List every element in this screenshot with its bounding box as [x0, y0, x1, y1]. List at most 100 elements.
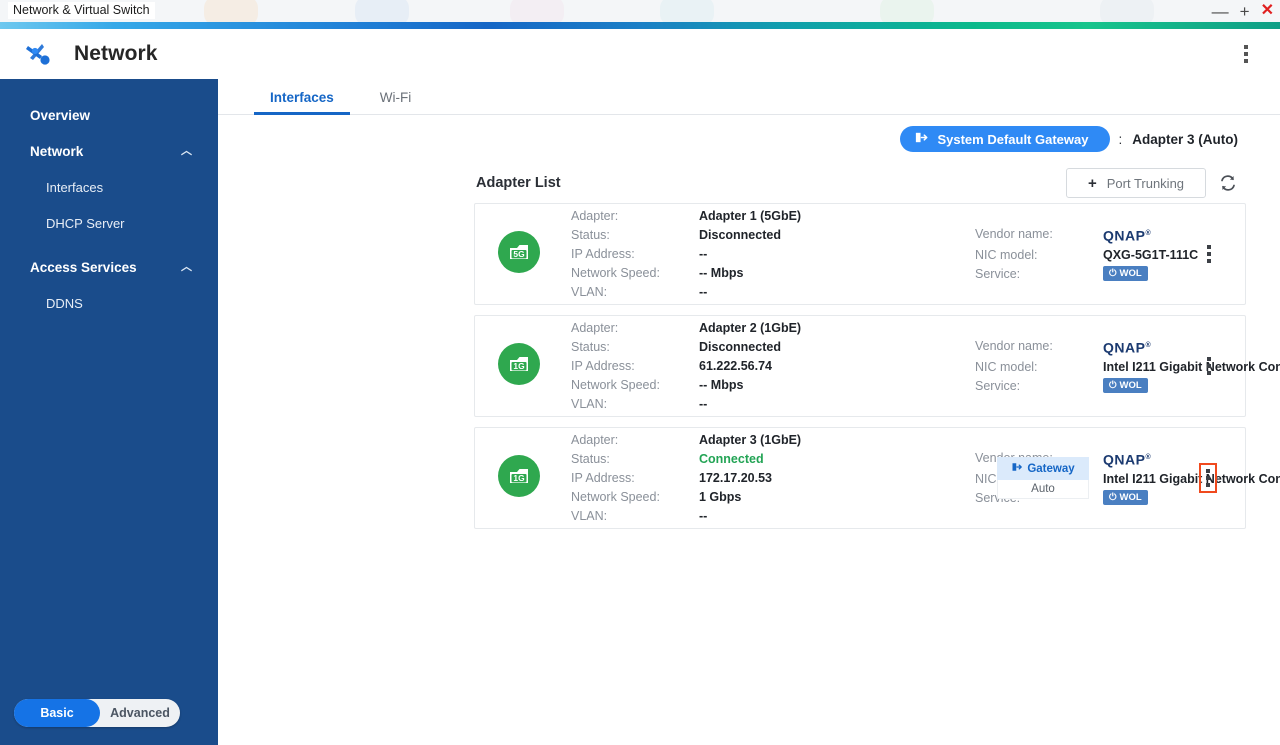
- tab-interfaces[interactable]: Interfaces: [254, 90, 350, 114]
- minimize-icon[interactable]: —: [1212, 3, 1229, 20]
- row-kebab-menu-icon[interactable]: [1199, 463, 1217, 493]
- sidebar-item-interfaces[interactable]: Interfaces: [0, 169, 218, 205]
- value-ip-address: 172.17.20.53: [699, 469, 975, 487]
- label-network-speed: Network Speed:: [571, 488, 699, 506]
- tab-wifi-label: Wi-Fi: [380, 90, 411, 105]
- power-icon: ⏻: [1109, 268, 1117, 279]
- mode-toggle-advanced[interactable]: Advanced: [100, 706, 180, 720]
- value-vlan: --: [699, 507, 975, 525]
- table-row[interactable]: 1G Adapter: Adapter 2 (1GbE) Status: Dis…: [474, 315, 1246, 417]
- sidebar-item-ddns[interactable]: DDNS: [0, 285, 218, 321]
- adapter-vendor-info: Vendor name: QNAP® NIC model: Intel I211…: [975, 337, 1280, 395]
- tab-interfaces-label: Interfaces: [270, 90, 334, 105]
- window-controls: — + ✕: [1212, 0, 1274, 22]
- qnap-logo: QNAP®: [1103, 225, 1280, 245]
- label-adapter: Adapter:: [571, 207, 699, 225]
- app-header: Network: [0, 29, 1280, 79]
- power-icon: ⏻: [1109, 380, 1117, 391]
- mode-toggle-basic[interactable]: Basic: [14, 699, 100, 727]
- gateway-icon: [914, 130, 929, 148]
- status-badge: Connected: [699, 450, 975, 468]
- gateway-tag-bottom: Auto: [997, 480, 1089, 499]
- gateway-tag-label: Gateway: [1027, 463, 1074, 475]
- header-kebab-menu-icon[interactable]: [1240, 41, 1252, 67]
- port-trunking-label: Port Trunking: [1107, 176, 1184, 191]
- chevron-up-icon: ︿: [181, 146, 192, 157]
- label-adapter: Adapter:: [571, 431, 699, 449]
- wol-badge-label: WOL: [1120, 380, 1142, 391]
- value-adapter: Adapter 3 (1GbE): [699, 431, 975, 449]
- plus-icon: +: [1088, 175, 1097, 192]
- system-default-gateway-row: System Default Gateway : Adapter 3 (Auto…: [218, 115, 1280, 163]
- label-nic-model: NIC model:: [975, 358, 1103, 376]
- adapter-primary-info: Adapter: Adapter 1 (5GbE) Status: Discon…: [571, 207, 975, 301]
- label-ip-address: IP Address:: [571, 245, 699, 263]
- value-ip-address: 61.222.56.74: [699, 357, 975, 375]
- value-nic-model: QXG-5G1T-111C: [1103, 246, 1280, 264]
- sidebar-spacer: [0, 241, 218, 249]
- tab-wifi[interactable]: Wi-Fi: [364, 90, 427, 114]
- label-ip-address: IP Address:: [571, 357, 699, 375]
- gateway-icon: [1011, 461, 1023, 476]
- adapter-nas-icon: 1G: [497, 454, 541, 503]
- gateway-tag: Gateway Auto: [997, 457, 1089, 499]
- qnap-logo: QNAP®: [1103, 449, 1280, 469]
- label-adapter: Adapter:: [571, 319, 699, 337]
- tab-bar: Interfaces Wi-Fi: [218, 79, 1280, 115]
- value-status: Disconnected: [699, 338, 975, 356]
- adapter-nas-icon: 5G: [497, 230, 541, 279]
- mode-toggle[interactable]: Basic Advanced: [14, 699, 180, 727]
- value-status: Disconnected: [699, 226, 975, 244]
- wol-badge-label: WOL: [1120, 268, 1142, 279]
- adapter-primary-info: Adapter: Adapter 3 (1GbE) Status: Connec…: [571, 431, 975, 525]
- table-row[interactable]: 1G Adapter: Adapter 3 (1GbE) Status: Con…: [474, 427, 1246, 529]
- label-service: Service:: [975, 377, 1103, 395]
- sidebar-group-network-label: Network: [30, 144, 83, 159]
- adapter-list-title: Adapter List: [476, 175, 561, 191]
- label-network-speed: Network Speed:: [571, 264, 699, 282]
- sidebar-item-interfaces-label: Interfaces: [46, 180, 103, 195]
- value-adapter: Adapter 1 (5GbE): [699, 207, 975, 225]
- sidebar-group-access-services-label: Access Services: [30, 260, 137, 275]
- gateway-tag-top: Gateway: [997, 457, 1089, 480]
- value-adapter: Adapter 2 (1GbE): [699, 319, 975, 337]
- label-vlan: VLAN:: [571, 283, 699, 301]
- sidebar-overview-label: Overview: [30, 108, 90, 123]
- sidebar-item-overview[interactable]: Overview: [0, 97, 218, 133]
- value-network-speed: 1 Gbps: [699, 488, 975, 506]
- label-ip-address: IP Address:: [571, 469, 699, 487]
- value-ip-address: --: [699, 245, 975, 263]
- adapter-icon-speed-label: 5G: [513, 249, 524, 259]
- label-vendor-name: Vendor name:: [975, 337, 1103, 357]
- row-kebab-menu-icon[interactable]: [1201, 352, 1217, 380]
- adapter-primary-info: Adapter: Adapter 2 (1GbE) Status: Discon…: [571, 319, 975, 413]
- content-area: Interfaces Wi-Fi System Default Gateway: [218, 79, 1280, 745]
- table-row[interactable]: 5G Adapter: Adapter 1 (5GbE) Status: Dis…: [474, 203, 1246, 305]
- service-badge-wrap: ⏻ WOL: [1103, 377, 1280, 395]
- sidebar-item-ddns-label: DDNS: [46, 296, 83, 311]
- label-status: Status:: [571, 338, 699, 356]
- wol-badge-label: WOL: [1120, 492, 1142, 503]
- window-titlebar: Network & Virtual Switch — + ✕: [0, 0, 1280, 22]
- row-kebab-menu-icon[interactable]: [1201, 240, 1217, 268]
- network-nodes-icon: [22, 37, 56, 71]
- close-icon[interactable]: ✕: [1261, 3, 1274, 19]
- sidebar-item-dhcp-server[interactable]: DHCP Server: [0, 205, 218, 241]
- gateway-separator: :: [1118, 132, 1122, 147]
- label-status: Status:: [571, 226, 699, 244]
- adapter-list-header: Adapter List + Port Trunking: [218, 163, 1280, 203]
- port-trunking-button[interactable]: + Port Trunking: [1066, 168, 1206, 198]
- refresh-icon[interactable]: [1218, 173, 1238, 193]
- sidebar-group-network[interactable]: Network ︿: [0, 133, 218, 169]
- adapter-list-actions: + Port Trunking: [1066, 168, 1238, 198]
- label-status: Status:: [571, 450, 699, 468]
- label-vlan: VLAN:: [571, 507, 699, 525]
- adapter-icon-speed-label: 1G: [513, 473, 524, 483]
- sidebar-group-access-services[interactable]: Access Services ︿: [0, 249, 218, 285]
- system-default-gateway-button[interactable]: System Default Gateway: [900, 126, 1110, 152]
- adapter-icon-speed-label: 1G: [513, 361, 524, 371]
- maximize-icon[interactable]: +: [1240, 3, 1250, 20]
- value-nic-model: Intel I211 Gigabit Network Connection: [1103, 358, 1280, 376]
- wol-badge: ⏻ WOL: [1103, 378, 1148, 393]
- value-vlan: --: [699, 395, 975, 413]
